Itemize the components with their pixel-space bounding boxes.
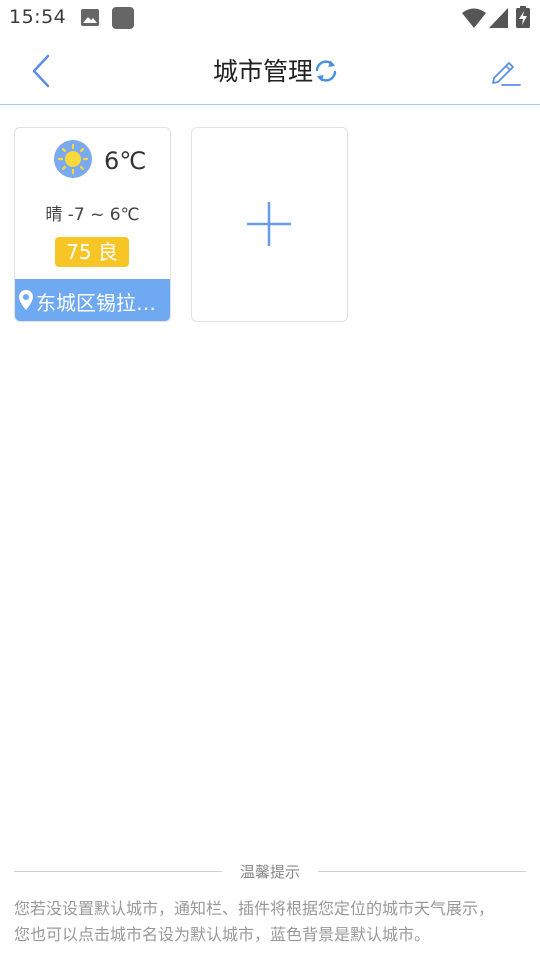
city-name-bar[interactable]: 东城区锡拉…: [15, 279, 170, 321]
add-city-card[interactable]: [191, 127, 348, 322]
tips-text: 您若没设置默认城市，通知栏、插件将根据您定位的城市天气展示， 您也可以点击城市名…: [14, 896, 530, 948]
wifi-icon: [462, 8, 486, 28]
signal-icon: [489, 8, 508, 28]
weather-range: 晴 -7 ~ 6℃: [45, 205, 140, 225]
divider-right: [318, 871, 526, 872]
aqi-badge: 75 良: [55, 237, 129, 267]
status-bar: 15:54: [0, 0, 540, 36]
tips-line-2: 您也可以点击城市名设为默认城市，蓝色背景是默认城市。: [14, 925, 431, 944]
current-temperature: 6℃: [104, 147, 147, 175]
city-card[interactable]: 6℃ 晴 -7 ~ 6℃ 75 良 东城区锡拉…: [14, 127, 171, 322]
page-title: 城市管理: [212, 57, 313, 86]
battery-charging-icon: [516, 6, 530, 28]
sunny-icon: [54, 140, 92, 178]
location-pin-icon: [19, 290, 33, 310]
tips-line-1: 您若没设置默认城市，通知栏、插件将根据您定位的城市天气展示，: [14, 899, 495, 918]
title-area: 城市管理: [0, 36, 540, 104]
edit-pencil-icon[interactable]: [488, 54, 522, 88]
tips-title: 温馨提示: [239, 863, 300, 881]
status-time: 15:54: [9, 6, 67, 28]
city-name: 东城区锡拉…: [36, 291, 156, 315]
image-notification-icon: [81, 9, 99, 26]
app-header: 城市管理: [0, 36, 540, 105]
plus-icon: [247, 202, 291, 246]
refresh-icon[interactable]: [313, 58, 339, 84]
app-notification-icon: [112, 7, 134, 29]
divider-left: [14, 871, 222, 872]
